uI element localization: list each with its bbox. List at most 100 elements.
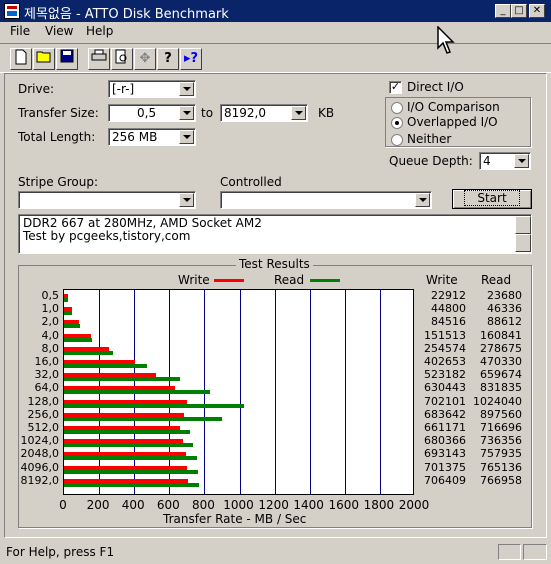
- read-bar: [64, 364, 147, 368]
- io-comparison-radio[interactable]: [391, 102, 403, 114]
- write-value: 701375: [424, 460, 466, 474]
- status-text: For Help, press F1: [6, 545, 115, 559]
- status-pane: [498, 544, 521, 560]
- y-tick-label: 128,0: [27, 394, 60, 408]
- total-length-select[interactable]: 256 MB: [108, 128, 196, 146]
- menu-file[interactable]: File: [10, 24, 30, 38]
- plot-area: [63, 289, 414, 495]
- transfer-size-to-select[interactable]: 8192,0: [220, 104, 308, 122]
- overlapped-io-label: Overlapped I/O: [407, 115, 498, 129]
- print-preview-icon[interactable]: [111, 48, 133, 70]
- write-value: 44800: [431, 302, 466, 316]
- write-value: 706409: [424, 473, 466, 487]
- y-tick-label: 512,0: [27, 421, 60, 434]
- read-value: 757935: [480, 447, 522, 461]
- y-tick-label: 2048,0: [20, 447, 60, 461]
- read-bar: [64, 443, 194, 448]
- chevron-down-icon[interactable]: [179, 130, 194, 144]
- total-length-label: Total Length:: [18, 130, 96, 144]
- read-bar: [64, 430, 190, 434]
- read-bar: [64, 416, 222, 421]
- mouse-cursor-icon: [437, 26, 455, 54]
- read-value: 831835: [480, 381, 522, 395]
- legend-write-label: Write: [178, 273, 210, 287]
- x-tick-label: 1400: [293, 498, 324, 512]
- write-value: 702101: [424, 394, 466, 408]
- controlled-select[interactable]: [220, 191, 432, 209]
- close-button[interactable]: ✕: [529, 4, 545, 18]
- drive-select[interactable]: [-r-]: [108, 80, 196, 98]
- drive-label: Drive:: [18, 82, 55, 96]
- menu-help[interactable]: Help: [86, 24, 113, 38]
- read-bar: [64, 350, 113, 355]
- read-column-header: Read: [481, 273, 512, 287]
- read-value: 46336: [487, 302, 522, 316]
- controlled-label: Controlled: [220, 175, 282, 189]
- direct-io-checkbox[interactable]: ✓: [389, 81, 402, 94]
- scroll-up-icon[interactable]: [515, 216, 531, 234]
- y-tick-label: 8192,0: [20, 473, 60, 487]
- grid-line: [379, 290, 381, 494]
- legend-write-swatch: [214, 279, 244, 282]
- grid-line: [344, 290, 346, 494]
- start-button[interactable]: Start: [452, 189, 532, 209]
- menu-bar: File View Help: [0, 22, 551, 42]
- scroll-down-icon[interactable]: [515, 234, 531, 252]
- toolbar: ✥ ? ▸?: [0, 43, 551, 73]
- y-tick-label: 8,0: [41, 341, 60, 355]
- chevron-down-icon[interactable]: [291, 106, 306, 120]
- chevron-down-icon[interactable]: [179, 106, 194, 120]
- x-tick-label: 400: [121, 498, 145, 512]
- legend-read-label: Read: [274, 273, 305, 287]
- notes-textarea[interactable]: DDR2 667 at 280MHz, AMD Socket AM2 Test …: [18, 214, 532, 254]
- y-tick-label: 4096,0: [20, 460, 60, 474]
- y-tick-label: 4,0: [41, 328, 60, 342]
- help-icon[interactable]: ?: [157, 48, 179, 70]
- x-tick-label: 600: [156, 498, 180, 512]
- transfer-size-label: Transfer Size:: [18, 106, 99, 120]
- results-title: Test Results: [236, 257, 313, 271]
- read-value: 23680: [487, 289, 522, 302]
- read-bar: [64, 337, 93, 342]
- move-icon[interactable]: ✥: [134, 48, 156, 70]
- read-bar: [64, 311, 73, 316]
- read-value: 765136: [480, 460, 522, 474]
- status-pane: [523, 544, 547, 560]
- x-tick-label: 800: [191, 498, 215, 512]
- print-icon[interactable]: [88, 48, 110, 70]
- queue-depth-select[interactable]: 4: [479, 152, 531, 170]
- notes-scrollbar[interactable]: [515, 216, 531, 252]
- grid-line: [239, 290, 241, 494]
- new-icon[interactable]: [10, 48, 32, 70]
- y-tick-label: 16,0: [34, 355, 60, 368]
- neither-radio[interactable]: [391, 134, 403, 146]
- chevron-down-icon[interactable]: [179, 193, 194, 207]
- chevron-down-icon[interactable]: [514, 154, 529, 168]
- read-value: 659674: [480, 368, 522, 382]
- read-value: 1024040: [473, 394, 522, 408]
- app-icon[interactable]: [4, 3, 20, 19]
- x-tick-label: 2000: [398, 498, 430, 512]
- x-tick-label: 0: [59, 498, 67, 512]
- open-icon[interactable]: [33, 48, 55, 70]
- context-help-icon[interactable]: ▸?: [180, 48, 202, 70]
- write-value: 683642: [424, 407, 466, 421]
- maximize-button[interactable]: □: [511, 4, 527, 18]
- save-icon[interactable]: [56, 48, 78, 70]
- x-tick-label: 1600: [328, 498, 360, 512]
- menu-view[interactable]: View: [45, 24, 73, 38]
- chevron-down-icon[interactable]: [415, 193, 430, 207]
- legend-read-swatch: [310, 279, 340, 282]
- stripe-group-select[interactable]: [18, 191, 196, 209]
- minimize-button[interactable]: _: [495, 4, 511, 18]
- write-value: 402653: [424, 355, 466, 368]
- read-bar: [64, 403, 244, 408]
- kb-label: KB: [318, 106, 335, 120]
- y-tick-label: 1,0: [41, 302, 60, 316]
- read-value: 716696: [480, 421, 522, 434]
- overlapped-io-radio[interactable]: [391, 117, 403, 129]
- transfer-size-from-select[interactable]: 0,5: [108, 104, 196, 122]
- chevron-down-icon[interactable]: [179, 82, 194, 96]
- grid-line: [309, 290, 311, 494]
- grid-line: [274, 290, 276, 494]
